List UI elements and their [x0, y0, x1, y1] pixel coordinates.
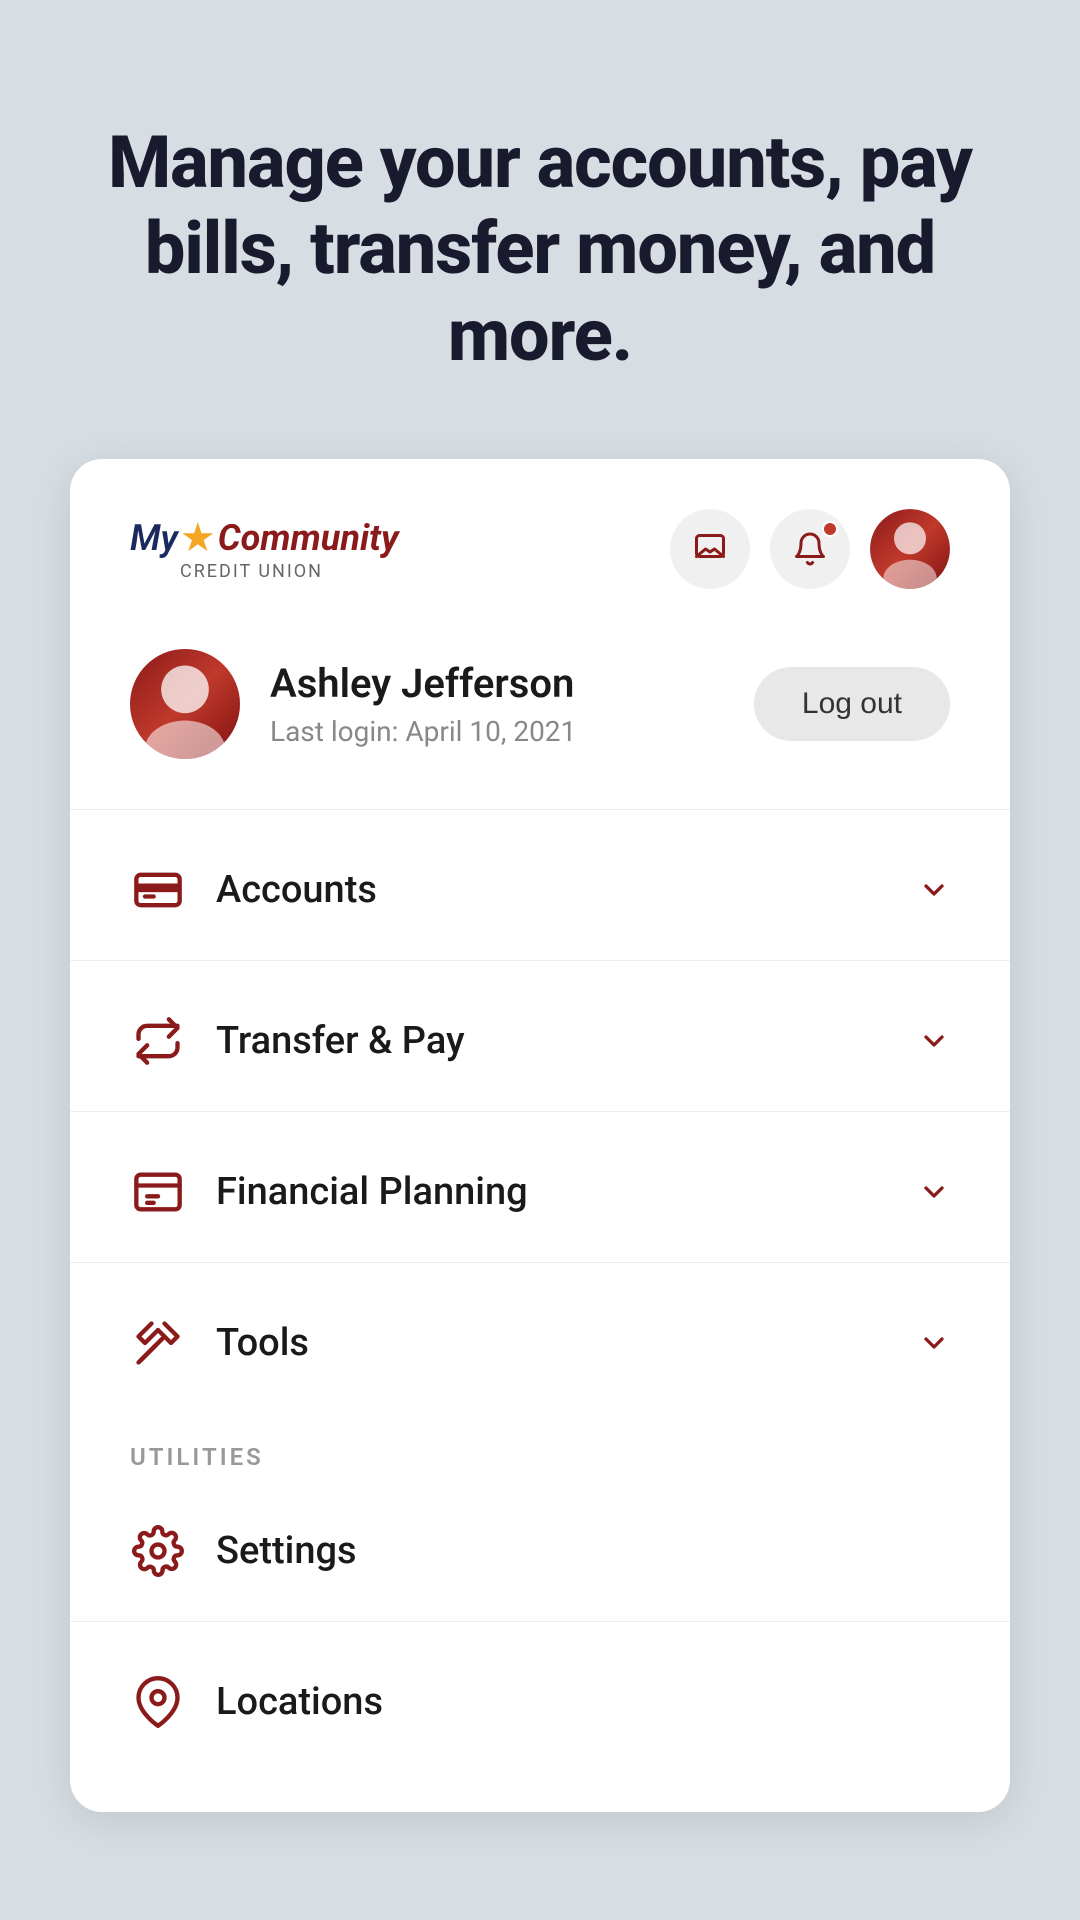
location-icon [130, 1674, 186, 1730]
menu-item-settings[interactable]: Settings [70, 1481, 1010, 1621]
avatar-person-icon [870, 509, 950, 589]
settings-icon [130, 1523, 186, 1579]
tools-chevron-icon [918, 1327, 950, 1359]
divider-1 [70, 809, 1010, 810]
logo-container: My ★ Community CREDIT UNION [130, 517, 399, 582]
tools-icon [130, 1315, 186, 1371]
user-name: Ashley Jefferson [270, 660, 576, 707]
financial-planning-label: Financial Planning [216, 1170, 888, 1214]
locations-label: Locations [216, 1680, 950, 1724]
transfer-chevron-icon [918, 1025, 950, 1057]
accounts-chevron-icon [918, 874, 950, 906]
header-avatar [870, 509, 950, 589]
notification-button[interactable] [770, 509, 850, 589]
logo-subtitle: CREDIT UNION [130, 561, 323, 582]
transfer-pay-label: Transfer & Pay [216, 1019, 888, 1063]
logout-button[interactable]: Log out [754, 667, 950, 741]
logo-my: My [130, 517, 178, 559]
user-info: Ashley Jefferson Last login: April 10, 2… [130, 649, 576, 759]
hero-section: Manage your accounts, pay bills, transfe… [0, 0, 1080, 459]
menu-item-financial-planning[interactable]: Financial Planning [70, 1122, 1010, 1262]
menu-item-locations[interactable]: Locations [70, 1632, 1010, 1772]
notification-dot [822, 521, 838, 537]
logo-text: My ★ Community [130, 517, 399, 559]
logo-community: Community [218, 517, 399, 559]
divider-2 [70, 960, 1010, 961]
financial-icon [130, 1164, 186, 1220]
header-avatar-button[interactable] [870, 509, 950, 589]
user-avatar-icon [130, 649, 240, 759]
transfer-icon [130, 1013, 186, 1069]
user-avatar [130, 649, 240, 759]
divider-4 [70, 1262, 1010, 1263]
tools-label: Tools [216, 1321, 888, 1365]
message-button[interactable] [670, 509, 750, 589]
financial-chevron-icon [918, 1176, 950, 1208]
user-details: Ashley Jefferson Last login: April 10, 2… [270, 660, 576, 748]
message-icon [692, 531, 728, 567]
notification-icon [792, 531, 828, 567]
settings-label: Settings [216, 1529, 950, 1573]
accounts-icon [130, 862, 186, 918]
divider-3 [70, 1111, 1010, 1112]
menu-item-transfer-pay[interactable]: Transfer & Pay [70, 971, 1010, 1111]
user-section: Ashley Jefferson Last login: April 10, 2… [70, 629, 1010, 809]
menu-item-accounts[interactable]: Accounts [70, 820, 1010, 960]
user-last-login: Last login: April 10, 2021 [270, 715, 576, 748]
header-icons [670, 509, 950, 589]
divider-5 [70, 1621, 1010, 1622]
menu-item-tools[interactable]: Tools [70, 1273, 1010, 1413]
logo-star-icon: ★ [180, 518, 216, 558]
hero-title: Manage your accounts, pay bills, transfe… [80, 120, 1000, 379]
utilities-label: UTILITIES [70, 1413, 1010, 1481]
main-card: My ★ Community CREDIT UNION [70, 459, 1010, 1812]
card-header: My ★ Community CREDIT UNION [70, 459, 1010, 629]
accounts-label: Accounts [216, 868, 888, 912]
